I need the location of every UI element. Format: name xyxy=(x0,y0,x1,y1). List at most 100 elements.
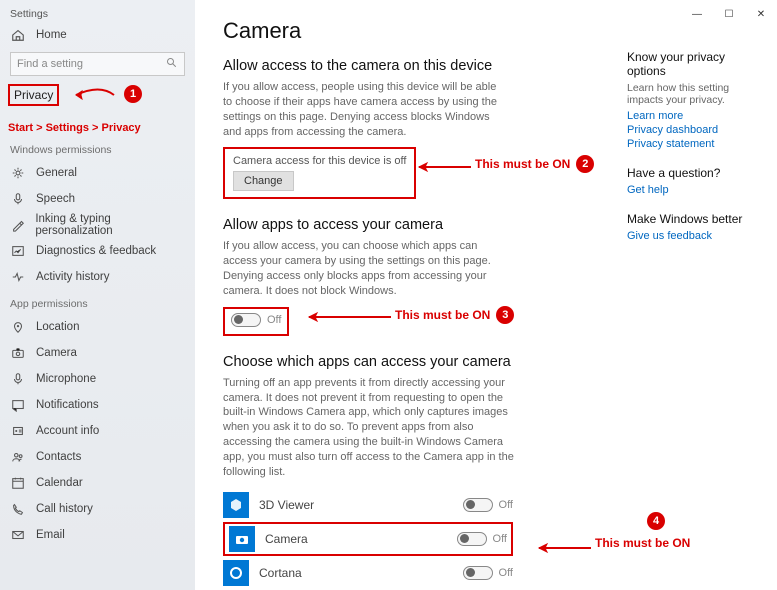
search-icon xyxy=(166,57,178,72)
annotation-3-text: This must be ON xyxy=(395,308,490,322)
sidebar-item-mic[interactable]: Microphone xyxy=(0,366,195,392)
camera-icon xyxy=(10,345,26,361)
minimize-button[interactable]: ― xyxy=(681,3,713,25)
right-p1: Learn how this setting impacts your priv… xyxy=(627,82,757,106)
app-toggle[interactable]: Off xyxy=(463,566,513,580)
cube-app-icon xyxy=(223,492,249,518)
annotation-3: This must be ON 3 xyxy=(395,306,514,324)
notif-icon xyxy=(10,397,26,413)
app-toggle-label: Off xyxy=(499,499,513,511)
sidebar-home[interactable]: Home xyxy=(0,22,195,48)
annotation-4: This must be ON xyxy=(595,536,690,550)
annotation-arrow-2 xyxy=(413,161,473,173)
sidebar-item-activity[interactable]: Activity history xyxy=(0,264,195,290)
general-icon xyxy=(10,165,26,181)
sidebar-section-app: App permissions xyxy=(0,290,195,314)
annotation-1: 1 xyxy=(118,85,142,103)
app-name-label: 3D Viewer xyxy=(259,498,314,512)
annotation-breadcrumb: Start > Settings > Privacy xyxy=(8,122,195,134)
sidebar-item-diag[interactable]: Diagnostics & feedback xyxy=(0,238,195,264)
window-titlebar: ― ☐ ✕ xyxy=(681,0,777,28)
sidebar-item-label: Location xyxy=(36,321,79,333)
apps-toggle-box: Off xyxy=(223,307,289,336)
sidebar-item-label: Contacts xyxy=(36,451,81,463)
right-column: Know your privacy options Learn how this… xyxy=(627,50,757,244)
sidebar-item-label: Activity history xyxy=(36,271,110,283)
sidebar-item-label: Inking & typing personalization xyxy=(35,213,185,237)
sidebar-item-label: General xyxy=(36,167,77,179)
sidebar-privacy[interactable]: Privacy xyxy=(8,84,59,106)
annotation-1-num: 1 xyxy=(124,85,142,103)
cortana-app-icon xyxy=(223,560,249,586)
sidebar: Settings Home Find a setting Privacy 1 S… xyxy=(0,0,195,590)
sidebar-item-speech[interactable]: Speech xyxy=(0,186,195,212)
annotation-arrow-4 xyxy=(533,542,593,554)
close-button[interactable]: ✕ xyxy=(745,3,777,25)
link-privacy-statement[interactable]: Privacy statement xyxy=(627,138,757,150)
app-list: 4 This must be ON 3D ViewerOffCameraOffC… xyxy=(223,488,749,590)
sidebar-item-label: Call history xyxy=(36,503,93,515)
sidebar-item-label: Email xyxy=(36,529,65,541)
choose-apps-desc: Turning off an app prevents it from dire… xyxy=(223,376,523,480)
toggle-pill-icon xyxy=(463,498,493,512)
app-name-label: Camera xyxy=(265,532,308,546)
sidebar-item-calendar[interactable]: Calendar xyxy=(0,470,195,496)
app-name-label: Cortana xyxy=(259,566,302,580)
device-status-text: Camera access for this device is off xyxy=(233,155,406,167)
app-name: Settings xyxy=(0,6,195,22)
change-button[interactable]: Change xyxy=(233,171,294,191)
device-status-box: Camera access for this device is off Cha… xyxy=(223,147,416,199)
annotation-arrow-1 xyxy=(70,86,116,104)
sidebar-section-windows: Windows permissions xyxy=(0,136,195,160)
sidebar-item-label: Notifications xyxy=(36,399,99,411)
call-icon xyxy=(10,501,26,517)
sidebar-item-label: Diagnostics & feedback xyxy=(36,245,156,257)
toggle-pill-icon xyxy=(457,532,487,546)
link-privacy-dashboard[interactable]: Privacy dashboard xyxy=(627,124,757,136)
sidebar-privacy-label: Privacy xyxy=(14,88,53,102)
sidebar-item-call[interactable]: Call history xyxy=(0,496,195,522)
annotation-arrow-3 xyxy=(303,311,393,323)
home-icon xyxy=(10,27,26,43)
section-choose-apps: Choose which apps can access your camera xyxy=(223,354,749,370)
maximize-button[interactable]: ☐ xyxy=(713,3,745,25)
sidebar-item-notif[interactable]: Notifications xyxy=(0,392,195,418)
search-input[interactable]: Find a setting xyxy=(10,52,185,76)
sidebar-item-label: Speech xyxy=(36,193,75,205)
camera-app-icon xyxy=(229,526,255,552)
annotation-3-num: 3 xyxy=(496,306,514,324)
right-h1: Know your privacy options xyxy=(627,50,757,78)
link-get-help[interactable]: Get help xyxy=(627,184,757,196)
link-learn-more[interactable]: Learn more xyxy=(627,110,757,122)
search-placeholder: Find a setting xyxy=(17,58,83,70)
main-pane: Camera Allow access to the camera on thi… xyxy=(195,0,777,590)
app-toggle[interactable]: Off xyxy=(457,532,507,546)
app-toggle-label: Off xyxy=(499,567,513,579)
app-row-cortana: Cortana Off xyxy=(223,556,513,590)
page-title: Camera xyxy=(223,18,749,44)
contacts-icon xyxy=(10,449,26,465)
sidebar-item-general[interactable]: General xyxy=(0,160,195,186)
apps-access-toggle[interactable]: Off xyxy=(231,313,281,327)
sidebar-item-inking[interactable]: Inking & typing personalization xyxy=(0,212,195,238)
calendar-icon xyxy=(10,475,26,491)
link-feedback[interactable]: Give us feedback xyxy=(627,230,757,242)
annotation-2: This must be ON2 xyxy=(475,155,594,173)
diag-icon xyxy=(10,243,26,259)
right-h2: Have a question? xyxy=(627,166,757,180)
speech-icon xyxy=(10,191,26,207)
apps-access-desc: If you allow access, you can choose whic… xyxy=(223,239,503,298)
app-toggle[interactable]: Off xyxy=(463,498,513,512)
sidebar-item-location[interactable]: Location xyxy=(0,314,195,340)
account-icon xyxy=(10,423,26,439)
toggle-pill-icon xyxy=(463,566,493,580)
sidebar-item-account[interactable]: Account info xyxy=(0,418,195,444)
sidebar-item-camera[interactable]: Camera xyxy=(0,340,195,366)
mic-icon xyxy=(10,371,26,387)
sidebar-item-email[interactable]: Email xyxy=(0,522,195,548)
sidebar-item-contacts[interactable]: Contacts xyxy=(0,444,195,470)
inking-icon xyxy=(10,217,25,233)
right-h3: Make Windows better xyxy=(627,212,757,226)
annotation-4-num: 4 xyxy=(647,512,665,530)
annotation-4-text: This must be ON xyxy=(595,536,690,550)
